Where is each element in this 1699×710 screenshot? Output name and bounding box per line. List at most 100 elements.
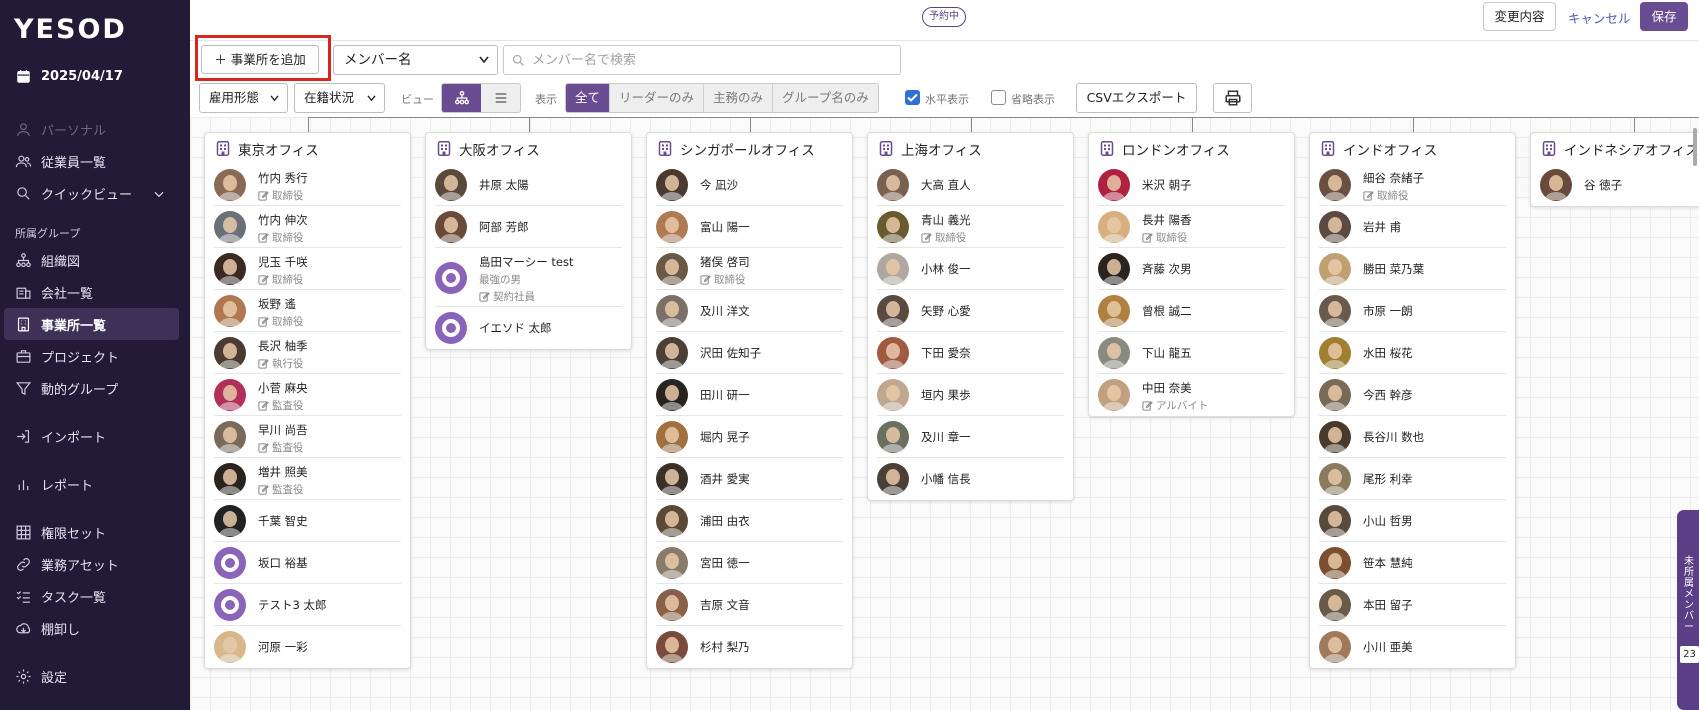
member-row[interactable]: 沢田 佐知子: [656, 332, 843, 374]
sidebar-item-permission-sets[interactable]: 権限セット: [14, 519, 106, 545]
member-row[interactable]: 及川 洋文: [656, 290, 843, 332]
member-row[interactable]: 下山 龍五: [1098, 332, 1285, 374]
sidebar-item-org-chart[interactable]: 組織図: [14, 247, 80, 273]
member-row[interactable]: 酒井 愛実: [656, 458, 843, 500]
member-row[interactable]: 堀内 晃子: [656, 416, 843, 458]
display-primary-option[interactable]: 主務のみ: [704, 84, 774, 112]
sidebar-item-inventory[interactable]: 棚卸し: [14, 615, 80, 641]
member-row[interactable]: 青山 義光 取締役: [877, 206, 1064, 248]
member-row[interactable]: 尾形 利幸: [1319, 458, 1506, 500]
display-all-option[interactable]: 全て: [566, 84, 611, 112]
member-row[interactable]: 市原 一朗: [1319, 290, 1506, 332]
member-row[interactable]: 宮田 徳一: [656, 542, 843, 584]
member-row[interactable]: 坂口 裕基: [214, 542, 401, 584]
horizontal-checkbox[interactable]: [905, 90, 920, 105]
sidebar-item-import[interactable]: インポート: [14, 423, 106, 449]
sidebar-item-settings[interactable]: 設定: [14, 663, 67, 689]
add-office-button[interactable]: ＋ 事業所を追加: [201, 45, 319, 74]
sidebar-item-employees[interactable]: 従業員一覧: [14, 148, 106, 174]
sidebar-item-tasks[interactable]: タスク一覧: [14, 583, 106, 609]
member-row[interactable]: 今西 幹彦: [1319, 374, 1506, 416]
member-row[interactable]: 小川 亜美: [1319, 626, 1506, 668]
office-header[interactable]: シンガポールオフィス: [647, 133, 852, 164]
member-row[interactable]: 河原 一彩: [214, 626, 401, 668]
office-card[interactable]: 上海オフィス 大高 直人 青山 義光 取締役 小林 俊一 矢野 心愛 下田 愛奈 垣内 果歩及…: [867, 132, 1074, 501]
cancel-button[interactable]: キャンセル: [1568, 8, 1631, 27]
member-row[interactable]: 中田 奈美 アルバイト: [1098, 374, 1285, 416]
member-row[interactable]: 本田 留子: [1319, 584, 1506, 626]
member-row[interactable]: 早川 尚吾 監査役: [214, 416, 401, 458]
member-row[interactable]: 杉村 梨乃: [656, 626, 843, 668]
member-row[interactable]: 千葉 智史: [214, 500, 401, 542]
member-row[interactable]: 長井 陽香 取締役: [1098, 206, 1285, 248]
sidebar-item-business-assets[interactable]: 業務アセット: [14, 551, 119, 577]
date-selector[interactable]: 2025/04/17: [14, 63, 123, 89]
employment-type-dropdown[interactable]: 雇用形態: [199, 83, 288, 113]
member-row[interactable]: 垣内 果歩: [877, 374, 1064, 416]
view-list-button[interactable]: [481, 84, 520, 112]
member-row[interactable]: 田川 研一: [656, 374, 843, 416]
member-row[interactable]: 猪俣 啓司 取締役: [656, 248, 843, 290]
member-row[interactable]: 小林 俊一: [877, 248, 1064, 290]
office-header[interactable]: 東京オフィス: [205, 133, 410, 164]
sidebar-item-quickview[interactable]: クイックビュー: [14, 180, 132, 206]
member-row[interactable]: 今 凪沙: [656, 164, 843, 206]
print-button[interactable]: [1213, 83, 1252, 113]
sidebar-item-offices[interactable]: 事業所一覧: [14, 311, 106, 337]
sidebar-item-companies[interactable]: 会社一覧: [14, 279, 93, 305]
member-row[interactable]: 島田マーシー test 最強の男 契約社員: [435, 248, 622, 307]
member-row[interactable]: 阿部 芳郎: [435, 206, 622, 248]
abbrev-checkbox[interactable]: [991, 90, 1006, 105]
member-row[interactable]: 下田 愛奈: [877, 332, 1064, 374]
office-card[interactable]: インドネシアオフィス谷 徳子: [1530, 132, 1699, 207]
member-row[interactable]: 小菅 麻央 監査役: [214, 374, 401, 416]
member-row[interactable]: 矢野 心愛: [877, 290, 1064, 332]
office-card[interactable]: インドオフィス 細谷 奈緒子 取締役 岩井 甫勝田 菜乃葉 市原 一朗 水田 桜花 今西 幹…: [1309, 132, 1516, 669]
member-row[interactable]: テスト3 太郎: [214, 584, 401, 626]
office-header[interactable]: インドネシアオフィス: [1531, 133, 1699, 164]
canvas-scrollbar[interactable]: [1693, 128, 1697, 166]
member-row[interactable]: 岩井 甫: [1319, 206, 1506, 248]
member-row[interactable]: 増井 照美 監査役: [214, 458, 401, 500]
member-row[interactable]: 吉原 文音: [656, 584, 843, 626]
sidebar-item-dynamic-groups[interactable]: 動的グループ: [14, 375, 118, 401]
office-card[interactable]: ロンドンオフィス 米沢 朝子 長井 陽香 取締役 斉藤 次男 曾根 誠二 下山 龍五 中田 奈…: [1088, 132, 1295, 417]
member-row[interactable]: 細谷 奈緒子 取締役: [1319, 164, 1506, 206]
search-input[interactable]: [532, 46, 892, 74]
office-header[interactable]: ロンドンオフィス: [1089, 133, 1294, 164]
member-row[interactable]: 谷 徳子: [1540, 164, 1699, 206]
member-row[interactable]: 長谷川 数也: [1319, 416, 1506, 458]
chevron-down-icon[interactable]: [152, 187, 166, 201]
member-row[interactable]: 斉藤 次男: [1098, 248, 1285, 290]
sidebar-item-personal[interactable]: パーソナル: [14, 116, 106, 142]
save-button[interactable]: 保存: [1640, 2, 1688, 31]
sidebar-item-report[interactable]: レポート: [14, 471, 93, 497]
changes-button[interactable]: 変更内容: [1483, 2, 1556, 31]
member-row[interactable]: 水田 桜花: [1319, 332, 1506, 374]
member-row[interactable]: 米沢 朝子: [1098, 164, 1285, 206]
member-row[interactable]: 小幡 信長: [877, 458, 1064, 500]
office-header[interactable]: インドオフィス: [1310, 133, 1515, 164]
office-card[interactable]: シンガポールオフィス今 凪沙 富山 陽一 猪俣 啓司 取締役 及川 洋文 沢田 佐知子 田川…: [646, 132, 853, 669]
csv-export-button[interactable]: CSVエクスポート: [1076, 83, 1197, 113]
office-header[interactable]: 上海オフィス: [868, 133, 1073, 164]
view-tree-button[interactable]: [442, 84, 481, 112]
member-row[interactable]: 長沢 柚季 執行役: [214, 332, 401, 374]
member-row[interactable]: 井原 太陽: [435, 164, 622, 206]
member-field-select[interactable]: メンバー名: [333, 45, 498, 75]
display-group-names-option[interactable]: グループ名のみ: [773, 84, 878, 112]
member-row[interactable]: 浦田 由衣: [656, 500, 843, 542]
member-row[interactable]: イエソド 太郎: [435, 307, 622, 349]
member-row[interactable]: 竹内 秀行 取締役: [214, 164, 401, 206]
member-row[interactable]: 竹内 伸次 取締役: [214, 206, 401, 248]
office-card[interactable]: 東京オフィス 竹内 秀行 取締役 竹内 伸次 取締役 児玉 千咲 取締役 坂野 遙取締役 長沢 …: [204, 132, 411, 669]
display-leaders-option[interactable]: リーダーのみ: [610, 84, 705, 112]
office-header[interactable]: 大阪オフィス: [426, 133, 631, 164]
status-dropdown[interactable]: 在籍状況: [294, 83, 385, 113]
member-row[interactable]: 及川 章一: [877, 416, 1064, 458]
member-row[interactable]: 笹本 慧純: [1319, 542, 1506, 584]
office-card[interactable]: 大阪オフィス 井原 太陽 阿部 芳郎 島田マーシー test 最強の男 契約社員 イエソド …: [425, 132, 632, 350]
member-row[interactable]: 富山 陽一: [656, 206, 843, 248]
member-row[interactable]: 小山 哲男: [1319, 500, 1506, 542]
member-row[interactable]: 勝田 菜乃葉: [1319, 248, 1506, 290]
